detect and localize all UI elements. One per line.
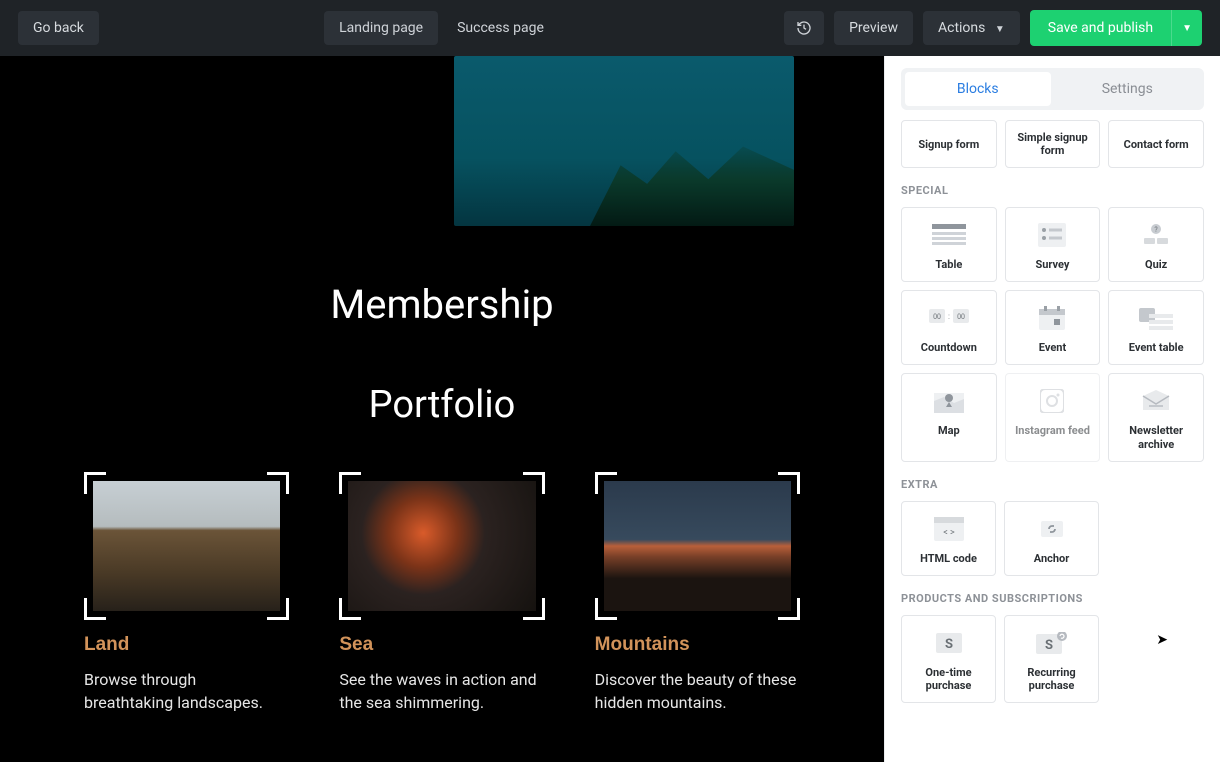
sidebar-tabs: Blocks Settings [901,68,1204,110]
card-desc: Browse through breathtaking landscapes. [84,668,289,714]
block-label: One-time purchase [906,666,991,692]
block-label: Event table [1113,341,1199,354]
card-sea[interactable]: Sea See the waves in action and the sea … [339,472,544,714]
block-contact-form[interactable]: Contact form [1108,120,1204,168]
history-icon [796,20,812,36]
card-desc: Discover the beauty of these hidden moun… [595,668,800,714]
editor-canvas[interactable]: Membership Portfolio Land Browse through… [0,56,884,762]
hero-image[interactable] [454,56,794,226]
svg-text:00: 00 [957,313,965,321]
thumbnail-sea [348,481,535,611]
svg-text:00: 00 [933,313,941,321]
block-label: Anchor [1009,552,1094,565]
block-recurring-purchase[interactable]: S Recurring purchase [1004,615,1099,703]
block-label: Countdown [906,341,992,354]
svg-text:< >: < > [943,528,955,538]
countdown-icon: 00:00 [906,303,992,333]
history-button[interactable] [784,11,824,45]
save-publish-button[interactable]: Save and publish [1030,10,1171,46]
heading-portfolio[interactable]: Portfolio [84,383,800,427]
preview-button[interactable]: Preview [834,11,913,45]
block-label: Quiz [1113,258,1199,271]
card-title: Land [84,634,289,656]
anchor-icon [1009,514,1094,544]
block-table[interactable]: Table [901,207,997,282]
table-icon [906,220,992,250]
portfolio-cards: Land Browse through breathtaking landsca… [84,472,800,714]
actions-label: Actions [938,20,985,36]
block-quiz[interactable]: ? Quiz [1108,207,1204,282]
block-signup-form[interactable]: Signup form [901,120,997,168]
block-anchor[interactable]: Anchor [1004,501,1099,576]
card-desc: See the waves in action and the sea shim… [339,668,544,714]
survey-icon [1010,220,1096,250]
save-publish-dropdown[interactable]: ▼ [1171,10,1202,46]
tab-blocks[interactable]: Blocks [905,72,1051,106]
heading-membership[interactable]: Membership [84,281,800,328]
block-label: Event [1010,341,1096,354]
tab-landing-page[interactable]: Landing page [324,11,438,45]
block-event-table[interactable]: Event table [1108,290,1204,365]
event-table-icon [1113,303,1199,333]
thumbnail-land [93,481,280,611]
block-survey[interactable]: Survey [1005,207,1101,282]
stripe-icon: S [906,628,991,658]
svg-text:S: S [1044,638,1052,653]
newsletter-icon [1113,386,1199,416]
block-label: Instagram feed [1010,424,1096,437]
block-html-code[interactable]: < > HTML code [901,501,996,576]
card-mountains[interactable]: Mountains Discover the beauty of these h… [595,472,800,714]
section-special-label: SPECIAL [901,184,1204,197]
card-land[interactable]: Land Browse through breathtaking landsca… [84,472,289,714]
quiz-icon: ? [1113,220,1199,250]
block-label: HTML code [906,552,991,565]
section-extra-label: EXTRA [901,478,1204,491]
thumbnail-mountains [604,481,791,611]
block-label: Survey [1010,258,1096,271]
tab-settings[interactable]: Settings [1055,72,1201,106]
block-label: Recurring purchase [1009,666,1094,692]
code-icon: < > [906,514,991,544]
block-simple-signup-form[interactable]: Simple signup form [1005,120,1101,168]
svg-text:S: S [944,637,952,652]
block-label: Newsletter archive [1113,424,1199,450]
event-icon [1010,303,1096,333]
block-countdown[interactable]: 00:00 Countdown [901,290,997,365]
section-products-label: PRODUCTS AND SUBSCRIPTIONS [901,592,1204,605]
go-back-button[interactable]: Go back [18,11,99,45]
block-label: Map [906,424,992,437]
sidebar: Blocks Settings Signup form Simple signu… [884,56,1220,762]
card-title: Mountains [595,634,800,656]
instagram-icon [1010,386,1096,416]
block-instagram-feed[interactable]: Instagram feed [1005,373,1101,461]
map-icon [906,386,992,416]
card-title: Sea [339,634,544,656]
block-newsletter-archive[interactable]: Newsletter archive [1108,373,1204,461]
actions-button[interactable]: Actions ▼ [923,11,1020,45]
block-map[interactable]: Map [901,373,997,461]
page-tabs: Landing page Success page [324,11,559,45]
block-label: Table [906,258,992,271]
stripe-recurring-icon: S [1009,628,1094,658]
block-event[interactable]: Event [1005,290,1101,365]
svg-text::: : [948,312,950,321]
block-one-time-purchase[interactable]: S One-time purchase [901,615,996,703]
chevron-down-icon: ▼ [995,24,1005,35]
tab-success-page[interactable]: Success page [442,11,559,45]
top-toolbar: Go back Landing page Success page Previe… [0,0,1220,56]
